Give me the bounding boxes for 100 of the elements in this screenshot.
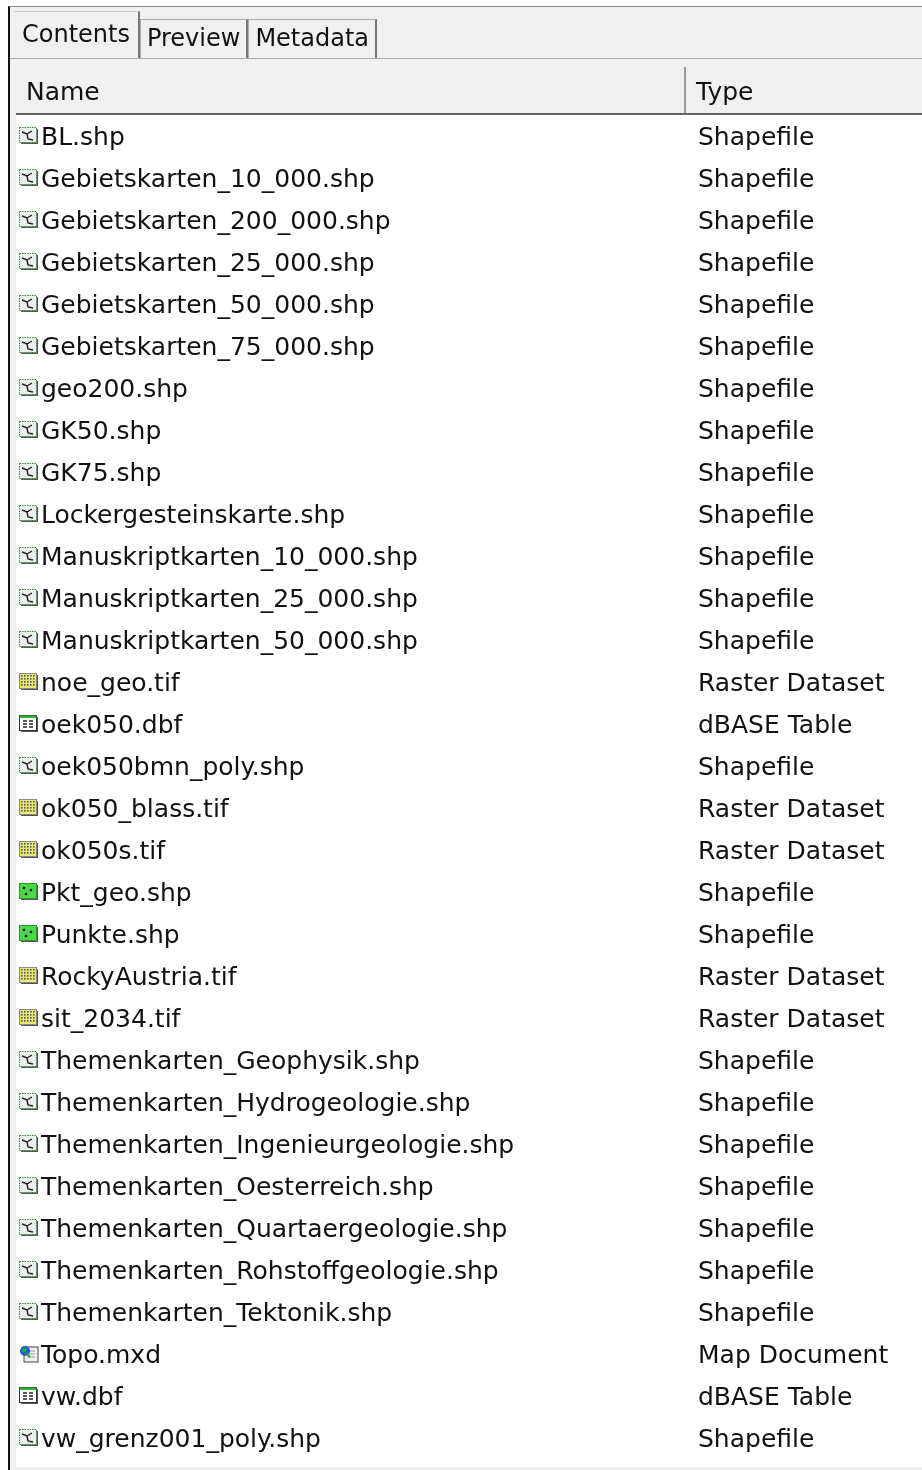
file-name[interactable]: Themenkarten_Oesterreich.shp [41,1171,434,1201]
file-type: Raster Dataset [697,835,886,865]
file-name[interactable]: Themenkarten_Rohstoffgeologie.shp [41,1255,499,1285]
table-icon [19,1387,39,1405]
polygon-layer-icon [19,463,39,481]
file-type: dBASE Table [697,1381,854,1411]
file-type: Shapefile [697,121,816,151]
polygon-layer-icon [19,295,39,313]
file-name[interactable]: vw.dbf [41,1381,123,1411]
polygon-layer-icon [19,127,39,145]
file-type: Raster Dataset [697,1003,886,1033]
polygon-layer-icon [19,1429,39,1447]
file-name[interactable]: Themenkarten_Geophysik.shp [41,1045,420,1075]
polygon-layer-icon [19,631,39,649]
file-type: Shapefile [697,877,816,907]
raster-grid-icon [19,967,39,985]
file-type: Shapefile [697,625,816,655]
polygon-layer-icon [19,379,39,397]
polygon-layer-icon [19,1135,39,1153]
file-name[interactable]: Punkte.shp [41,919,180,949]
polygon-layer-icon [19,1219,39,1237]
file-type: Shapefile [697,373,816,403]
tab[interactable]: Metadata [248,19,378,58]
tab[interactable]: Contents [14,11,140,58]
raster-grid-icon [19,1009,39,1027]
map-document-icon [19,1345,39,1363]
file-name[interactable]: RockyAustria.tif [41,961,237,991]
file-type: Raster Dataset [697,961,886,991]
file-name[interactable]: geo200.shp [41,373,188,403]
file-name[interactable]: oek050bmn_poly.shp [41,751,305,781]
file-name[interactable]: sit_2034.tif [41,1003,181,1033]
column-header[interactable]: Name [16,67,686,113]
file-type: Shapefile [697,583,816,613]
file-type: Shapefile [697,1255,816,1285]
file-name[interactable]: vw_grenz001_poly.shp [41,1423,321,1453]
file-name[interactable]: Gebietskarten_25_000.shp [41,247,375,277]
file-type: Shapefile [697,919,816,949]
file-name[interactable]: Manuskriptkarten_25_000.shp [41,583,418,613]
file-type: Shapefile [697,751,816,781]
file-name[interactable]: Themenkarten_Quartaergeologie.shp [41,1213,508,1243]
file-type: Raster Dataset [697,667,886,697]
file-name[interactable]: Topo.mxd [41,1339,161,1369]
file-name[interactable]: GK50.shp [41,415,162,445]
file-type: dBASE Table [697,709,854,739]
file-type: Shapefile [697,1129,816,1159]
file-type: Shapefile [697,247,816,277]
file-type: Shapefile [697,457,816,487]
file-name[interactable]: Manuskriptkarten_50_000.shp [41,625,418,655]
file-name[interactable]: oek050.dbf [41,709,183,739]
file-name[interactable]: Gebietskarten_200_000.shp [41,205,391,235]
polygon-layer-icon [19,1051,39,1069]
file-type: Shapefile [697,541,816,571]
file-type: Shapefile [697,163,816,193]
file-type: Shapefile [697,331,816,361]
file-name[interactable]: Themenkarten_Hydrogeologie.shp [41,1087,471,1117]
point-layer-icon [19,925,39,943]
file-name[interactable]: Manuskriptkarten_10_000.shp [41,541,418,571]
file-name[interactable]: Themenkarten_Ingenieurgeologie.shp [41,1129,515,1159]
polygon-layer-icon [19,1177,39,1195]
file-name[interactable]: Themenkarten_Tektonik.shp [41,1297,393,1327]
file-type: Shapefile [697,1045,816,1075]
polygon-layer-icon [19,1093,39,1111]
polygon-layer-icon [19,337,39,355]
file-type: Shapefile [697,1423,816,1453]
polygon-layer-icon [19,1261,39,1279]
polygon-layer-icon [19,1303,39,1321]
raster-grid-icon [19,799,39,817]
file-name[interactable]: Pkt_geo.shp [41,877,192,907]
polygon-layer-icon [19,589,39,607]
file-type: Shapefile [697,1297,816,1327]
file-type: Shapefile [697,1087,816,1117]
raster-grid-icon [19,673,39,691]
column-header[interactable]: Type [686,67,922,113]
file-name[interactable]: Gebietskarten_75_000.shp [41,331,375,361]
file-name[interactable]: ok050_blass.tif [41,793,229,823]
file-type: Shapefile [697,205,816,235]
file-name[interactable]: Gebietskarten_50_000.shp [41,289,375,319]
tab[interactable]: Preview [139,19,249,58]
file-name[interactable]: GK75.shp [41,457,162,487]
file-name[interactable]: noe_geo.tif [41,667,180,697]
polygon-layer-icon [19,505,39,523]
file-name[interactable]: Lockergesteinskarte.shp [41,499,346,529]
file-name[interactable]: BL.shp [41,121,125,151]
polygon-layer-icon [19,253,39,271]
table-icon [19,715,39,733]
file-type: Shapefile [697,415,816,445]
file-type: Map Document [697,1339,890,1369]
point-layer-icon [19,883,39,901]
file-name[interactable]: ok050s.tif [41,835,165,865]
polygon-layer-icon [19,211,39,229]
file-type: Shapefile [697,289,816,319]
file-type: Raster Dataset [697,793,886,823]
file-type: Shapefile [697,1171,816,1201]
polygon-layer-icon [19,547,39,565]
file-name[interactable]: Gebietskarten_10_000.shp [41,163,375,193]
file-type: Shapefile [697,499,816,529]
polygon-layer-icon [19,169,39,187]
raster-grid-icon [19,841,39,859]
polygon-layer-icon [19,757,39,775]
file-type: Shapefile [697,1213,816,1243]
